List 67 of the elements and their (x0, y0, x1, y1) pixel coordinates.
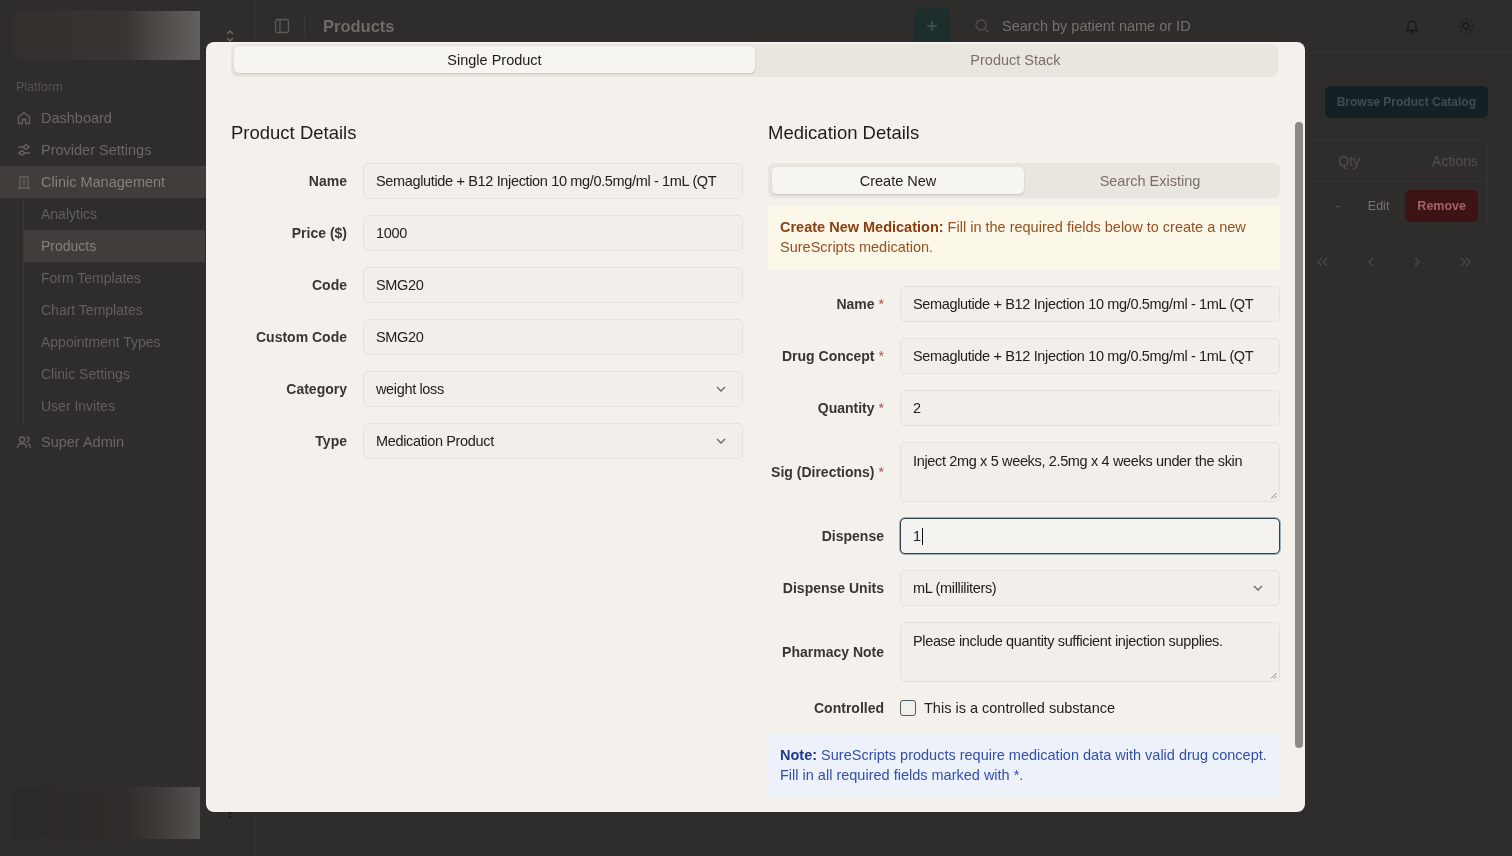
input-field[interactable]: Semaglutide + B12 Injection 10 mg/0.5mg/ml - 1mL (QT (363, 163, 743, 199)
tab[interactable]: Search Existing (1024, 167, 1276, 194)
input-field[interactable]: Semaglutide + B12 Injection 10 mg/0.5mg/ml - 1mL (QT (900, 338, 1280, 374)
table-cell: - (1335, 198, 1340, 214)
edit-button[interactable]: Edit (1355, 193, 1402, 219)
tab[interactable]: Product Stack (755, 46, 1276, 73)
nav-subitem[interactable]: Products (24, 230, 205, 262)
checkbox-label: This is a controlled substance (924, 700, 1115, 716)
sidebar-toggle-icon[interactable] (274, 18, 290, 34)
nav-item[interactable]: Super Admin (0, 426, 255, 458)
input-field[interactable]: 1 (900, 518, 1280, 554)
search-field[interactable]: Search by patient name or ID (1000, 17, 1344, 35)
chevron-down-icon (715, 385, 727, 393)
select-field[interactable]: weight loss (363, 371, 743, 407)
chevron-up-down-icon[interactable] (224, 27, 236, 44)
input-field[interactable]: 2 (900, 390, 1280, 426)
chevron-down-icon (715, 437, 727, 445)
search-icon (974, 18, 990, 34)
resize-handle-icon[interactable] (1270, 672, 1277, 679)
page-title: Products (323, 16, 395, 36)
select-field[interactable]: Medication Product (363, 423, 743, 459)
input-field[interactable]: 1000 (363, 215, 743, 251)
field-label: Dispense Units (782, 580, 884, 596)
tab[interactable]: Create New (772, 167, 1024, 194)
building-icon (16, 174, 32, 190)
section-heading: Medication Details (768, 121, 921, 145)
field-label: Drug Concept (782, 348, 875, 364)
resize-handle-icon[interactable] (1270, 492, 1277, 499)
required-mark: * (878, 464, 884, 480)
field-label: Type (314, 433, 347, 449)
input-field[interactable]: SMG20 (363, 319, 743, 355)
tab[interactable]: Single Product (234, 46, 755, 73)
select-field[interactable]: mL (milliliters) (900, 570, 1280, 606)
checkbox[interactable] (900, 700, 916, 716)
field-label: Name (307, 173, 347, 189)
sliders-icon (16, 142, 32, 158)
add-button[interactable] (914, 8, 950, 44)
input-field[interactable]: SMG20 (363, 267, 743, 303)
section-heading: Product Details (231, 121, 358, 145)
users-icon (16, 434, 32, 450)
text-area[interactable]: Please include quantity sufficient injection supplies. (900, 622, 1280, 682)
field-label: Quantity (817, 400, 875, 416)
scrollbar[interactable] (1295, 122, 1303, 748)
required-mark: * (878, 400, 884, 416)
first-page-icon[interactable] (1315, 256, 1329, 268)
previous-page-icon[interactable] (1367, 256, 1375, 268)
field-label: Name (836, 296, 875, 312)
next-page-icon[interactable] (1413, 256, 1421, 268)
required-mark: * (878, 348, 884, 364)
info-note: Note: SureScripts products require medication data with valid drug concept. Fill in all required fields marked with *. (768, 734, 1280, 798)
required-mark: * (878, 296, 884, 312)
field-label: Custom Code (255, 329, 347, 345)
remove-button[interactable]: Remove (1405, 190, 1478, 222)
info-notice: Create New Medication: Fill in the required fields below to create a new SureScripts medication. (768, 206, 1280, 270)
field-label: Price ($) (290, 225, 347, 241)
last-page-icon[interactable] (1459, 256, 1473, 268)
input-field[interactable]: Semaglutide + B12 Injection 10 mg/0.5mg/ml - 1mL (QT (900, 286, 1280, 322)
text-area[interactable]: Inject 2mg x 5 weeks, 2.5mg x 4 weeks under the skin (900, 442, 1280, 502)
chevron-down-icon (1252, 584, 1264, 592)
home-icon (16, 110, 32, 126)
field-label: Dispense (821, 528, 884, 544)
plus-icon (926, 20, 938, 32)
field-label: Code (311, 277, 347, 293)
field-label: Sig (Directions) (771, 464, 875, 480)
field-label: Controlled (814, 700, 884, 716)
field-label: Pharmacy Note (782, 644, 884, 660)
field-label: Category (285, 381, 347, 397)
